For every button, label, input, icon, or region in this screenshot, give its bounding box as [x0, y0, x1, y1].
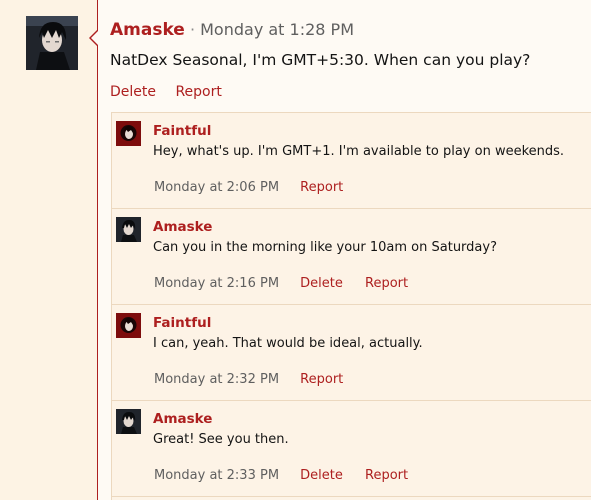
reply-item: Amaske Can you in the morning like your … — [112, 209, 591, 305]
avatar[interactable] — [116, 313, 141, 338]
report-link[interactable]: Report — [300, 180, 343, 195]
reply-list: Faintful Hey, what's up. I'm GMT+1. I'm … — [111, 112, 591, 500]
reply-item: Faintful Hey, what's up. I'm GMT+1. I'm … — [112, 113, 591, 209]
faintful-avatar-icon — [116, 313, 141, 338]
reply-timestamp[interactable]: Monday at 2:32 PM — [154, 372, 279, 387]
report-link[interactable]: Report — [175, 84, 221, 100]
avatar[interactable] — [116, 217, 141, 242]
reply-item: Amaske Great! See you then. Monday at 2:… — [112, 401, 591, 497]
reply-meta: Monday at 2:33 PM Delete Report — [154, 468, 426, 483]
reply-text: I can, yeah. That would be ideal, actual… — [153, 336, 423, 351]
delete-link[interactable]: Delete — [110, 84, 156, 100]
post-author[interactable]: Amaske — [110, 20, 185, 40]
reply-text: Great! See you then. — [153, 432, 289, 447]
sidebar-column — [0, 0, 97, 500]
avatar[interactable] — [116, 121, 141, 146]
post-timestamp[interactable]: Monday at 1:28 PM — [200, 20, 354, 39]
report-link[interactable]: Report — [365, 276, 408, 291]
reply-text: Can you in the morning like your 10am on… — [153, 240, 497, 255]
reply-timestamp[interactable]: Monday at 2:16 PM — [154, 276, 279, 291]
reply-author[interactable]: Faintful — [153, 123, 211, 139]
post-header: Amaske · Monday at 1:28 PM — [110, 20, 354, 40]
separator: · — [189, 20, 196, 39]
amaske-avatar-icon — [26, 16, 78, 70]
post-actions: Delete Report — [110, 84, 237, 100]
reply-meta: Monday at 2:06 PM Report — [154, 180, 361, 195]
reply-timestamp[interactable]: Monday at 2:33 PM — [154, 468, 279, 483]
avatar[interactable] — [26, 16, 78, 70]
faintful-avatar-icon — [116, 121, 141, 146]
avatar[interactable] — [116, 409, 141, 434]
reply-author[interactable]: Amaske — [153, 411, 212, 427]
reply-meta: Monday at 2:16 PM Delete Report — [154, 276, 426, 291]
reply-author[interactable]: Amaske — [153, 219, 212, 235]
amaske-avatar-icon — [116, 409, 141, 434]
reply-text: Hey, what's up. I'm GMT+1. I'm available… — [153, 144, 565, 159]
reply-item: Faintful I can, yeah. That would be idea… — [112, 305, 591, 401]
delete-link[interactable]: Delete — [300, 468, 343, 483]
report-link[interactable]: Report — [300, 372, 343, 387]
amaske-avatar-icon — [116, 217, 141, 242]
reply-timestamp[interactable]: Monday at 2:06 PM — [154, 180, 279, 195]
delete-link[interactable]: Delete — [300, 276, 343, 291]
post-body: NatDex Seasonal, I'm GMT+5:30. When can … — [110, 51, 531, 69]
main-post: Amaske · Monday at 1:28 PM NatDex Season… — [89, 0, 591, 500]
reply-author[interactable]: Faintful — [153, 315, 211, 331]
report-link[interactable]: Report — [365, 468, 408, 483]
reply-meta: Monday at 2:32 PM Report — [154, 372, 361, 387]
